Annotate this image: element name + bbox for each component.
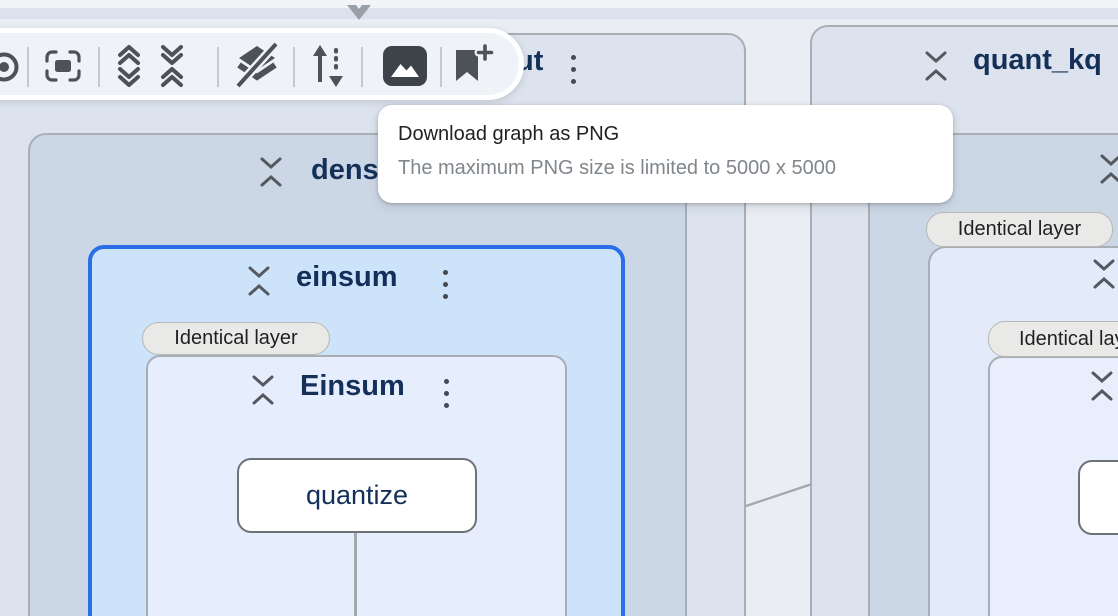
layer-menu-icon[interactable] (571, 55, 576, 84)
badge-label: Identical layer (958, 218, 1081, 241)
layer-menu-icon[interactable] (444, 379, 449, 408)
offscreen-node-band (0, 8, 1118, 19)
edge-quantize-output (354, 531, 357, 616)
layer-menu-icon[interactable] (443, 270, 448, 299)
collapse-layer-icon[interactable] (923, 51, 949, 81)
download-png-tooltip: Download graph as PNG The maximum PNG si… (378, 105, 953, 203)
toolbar-separator (27, 47, 29, 87)
layer-title-einsum-inner[interactable]: Einsum (300, 372, 405, 401)
toolbar-separator (293, 47, 295, 87)
resize-vertical-icon[interactable] (308, 42, 348, 93)
expand-all-layers-icon[interactable] (110, 43, 148, 92)
add-bookmark-icon[interactable] (450, 44, 494, 91)
edge-arrowhead-icon (344, 2, 374, 22)
collapse-layer-icon[interactable] (258, 157, 284, 187)
layer-title-einsum[interactable]: einsum (296, 263, 398, 292)
identical-layer-badge: Identical layer (988, 321, 1118, 357)
collapse-layer-icon[interactable] (1091, 259, 1117, 289)
canvas-top-strip (0, 0, 1118, 8)
toolbar-separator (440, 47, 442, 87)
layer-title-quant-kq[interactable]: quant_kq (973, 46, 1102, 75)
identical-layer-badge: Identical layer (142, 322, 330, 355)
collapse-layer-icon[interactable] (1089, 371, 1115, 401)
tooltip-title: Download graph as PNG (398, 120, 933, 148)
identical-layer-badge: Identical layer (926, 212, 1113, 247)
collapse-layer-icon[interactable] (246, 266, 272, 296)
layer-title-dens[interactable]: dens (311, 156, 379, 185)
op-node-clipped[interactable] (1078, 460, 1118, 535)
flatten-layers-icon[interactable] (230, 40, 284, 93)
op-node-quantize[interactable]: quantize (237, 458, 477, 533)
tooltip-subtitle: The maximum PNG size is limited to 5000 … (398, 154, 933, 182)
fit-screen-icon[interactable] (44, 49, 82, 86)
collapse-layer-icon[interactable] (250, 375, 276, 405)
toolbar-separator (98, 47, 100, 87)
model-explorer-canvas: Identical layer Identical layer Identica… (0, 0, 1118, 616)
toolbar-separator (217, 47, 219, 87)
download-png-icon[interactable] (383, 46, 427, 90)
toolbar-separator (361, 47, 363, 87)
edge-between-groups (740, 478, 816, 514)
collapse-all-layers-icon[interactable] (153, 43, 191, 92)
visibility-icon[interactable] (0, 47, 24, 90)
op-node-label: quantize (306, 480, 408, 511)
badge-label: Identical layer (174, 327, 297, 350)
collapse-layer-icon[interactable] (1098, 154, 1118, 184)
badge-label: Identical layer (1019, 328, 1118, 351)
